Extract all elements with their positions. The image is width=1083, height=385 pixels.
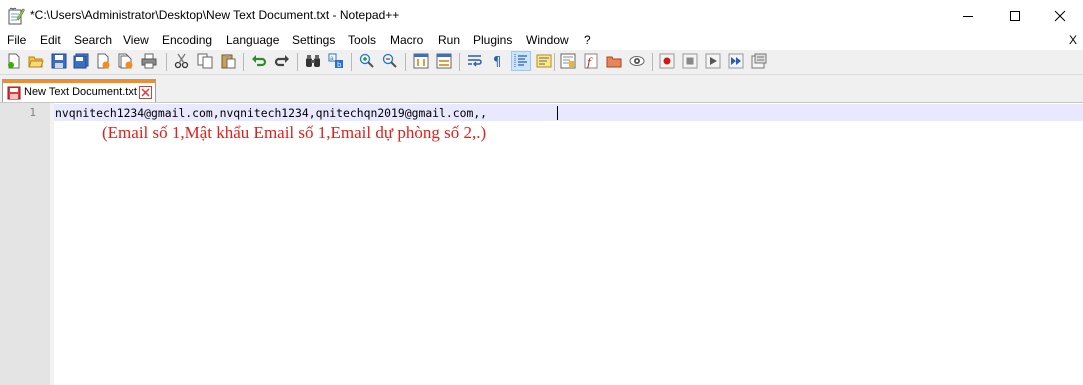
document-map-icon[interactable] [560, 53, 576, 69]
text-caret [557, 106, 558, 120]
sync-horizontal-icon[interactable] [436, 53, 452, 69]
menu-tools[interactable]: Tools [348, 33, 376, 47]
unsaved-file-icon [7, 86, 21, 100]
tab-label: New Text Document.txt [24, 86, 137, 98]
copy-icon[interactable] [197, 53, 213, 69]
svg-text:¶: ¶ [493, 55, 501, 69]
menu-encoding[interactable]: Encoding [162, 33, 212, 47]
indent-guide-icon[interactable] [513, 53, 529, 69]
svg-text:b: b [337, 61, 342, 69]
user-defined-language-icon[interactable] [536, 53, 552, 69]
sync-vertical-icon[interactable] [413, 53, 429, 69]
toolbar-separator [405, 53, 406, 71]
menu-run[interactable]: Run [438, 33, 460, 47]
new-file-icon[interactable] [6, 53, 22, 69]
active-tab-indicator [3, 80, 155, 83]
minimize-button[interactable] [945, 0, 991, 31]
toolbar-separator [166, 53, 167, 71]
playback-macro-icon[interactable] [705, 53, 721, 69]
notepad-icon [8, 7, 25, 25]
cut-icon[interactable] [174, 53, 190, 69]
redo-icon[interactable] [274, 53, 290, 69]
toolbar-separator [652, 53, 653, 71]
line-number: 1 [29, 106, 36, 119]
monitoring-icon[interactable] [629, 53, 645, 69]
word-wrap-icon[interactable] [467, 53, 483, 69]
tab-close-icon[interactable] [139, 86, 152, 99]
menu-settings[interactable]: Settings [292, 33, 335, 47]
menu-help[interactable]: ? [584, 33, 591, 47]
menu-macro[interactable]: Macro [390, 33, 423, 47]
menu-language[interactable]: Language [226, 33, 279, 47]
close-all-icon[interactable] [117, 53, 133, 69]
print-icon[interactable] [141, 53, 157, 69]
replace-icon[interactable]: ab [328, 53, 344, 69]
toolbar-separator [243, 53, 244, 71]
svg-text:a: a [330, 55, 334, 62]
close-window-button[interactable] [1037, 0, 1083, 31]
toolbar-separator [297, 53, 298, 71]
run-macro-multiple-icon[interactable] [728, 53, 744, 69]
save-all-icon[interactable] [73, 53, 89, 69]
paste-icon[interactable] [220, 53, 236, 69]
close-document-button[interactable]: X [1069, 33, 1077, 47]
tab-new-text-document[interactable]: New Text Document.txt [2, 79, 156, 102]
save-icon[interactable] [51, 53, 67, 69]
toolbar: ab ¶ f [0, 50, 1083, 75]
close-icon[interactable] [95, 53, 111, 69]
toolbar-separator [351, 53, 352, 71]
show-all-characters-icon[interactable]: ¶ [490, 53, 506, 69]
fold-margin [50, 103, 54, 385]
undo-icon[interactable] [251, 53, 267, 69]
menu-plugins[interactable]: Plugins [473, 33, 512, 47]
line-number-gutter: 1 [0, 103, 50, 385]
editor-area[interactable]: 1 nvqnitech1234@gmail.com,nvqnitech1234,… [0, 102, 1083, 385]
save-macro-icon[interactable] [751, 53, 767, 69]
menu-view[interactable]: View [123, 33, 149, 47]
title-bar: *C:\Users\Administrator\Desktop\New Text… [0, 0, 1083, 31]
close-icon [1054, 10, 1066, 21]
code-line[interactable]: nvqnitech1234@gmail.com,nvqnitech1234,qn… [55, 106, 487, 120]
maximize-icon [1010, 10, 1020, 21]
window-title: *C:\Users\Administrator\Desktop\New Text… [30, 8, 400, 22]
zoom-in-icon[interactable] [359, 53, 375, 69]
annotation-text: (Email số 1,Mật khẩu Email số 1,Email dự… [102, 123, 487, 142]
toolbar-separator [459, 53, 460, 71]
zoom-out-icon[interactable] [382, 53, 398, 69]
menu-file[interactable]: File [7, 33, 26, 47]
find-icon[interactable] [305, 53, 321, 69]
maximize-button[interactable] [992, 0, 1038, 31]
record-macro-icon[interactable] [659, 53, 675, 69]
menu-edit[interactable]: Edit [40, 33, 61, 47]
minimize-icon [963, 15, 973, 17]
menu-search[interactable]: Search [74, 33, 112, 47]
tab-bar: New Text Document.txt [0, 75, 1083, 102]
toolbar-separator [554, 53, 555, 71]
menu-window[interactable]: Window [526, 33, 569, 47]
menu-bar: File Edit Search View Encoding Language … [0, 31, 1083, 50]
function-list-icon[interactable]: f [583, 53, 599, 69]
open-file-icon[interactable] [28, 53, 44, 69]
folder-as-workspace-icon[interactable] [606, 53, 622, 69]
stop-recording-icon[interactable] [682, 53, 698, 69]
